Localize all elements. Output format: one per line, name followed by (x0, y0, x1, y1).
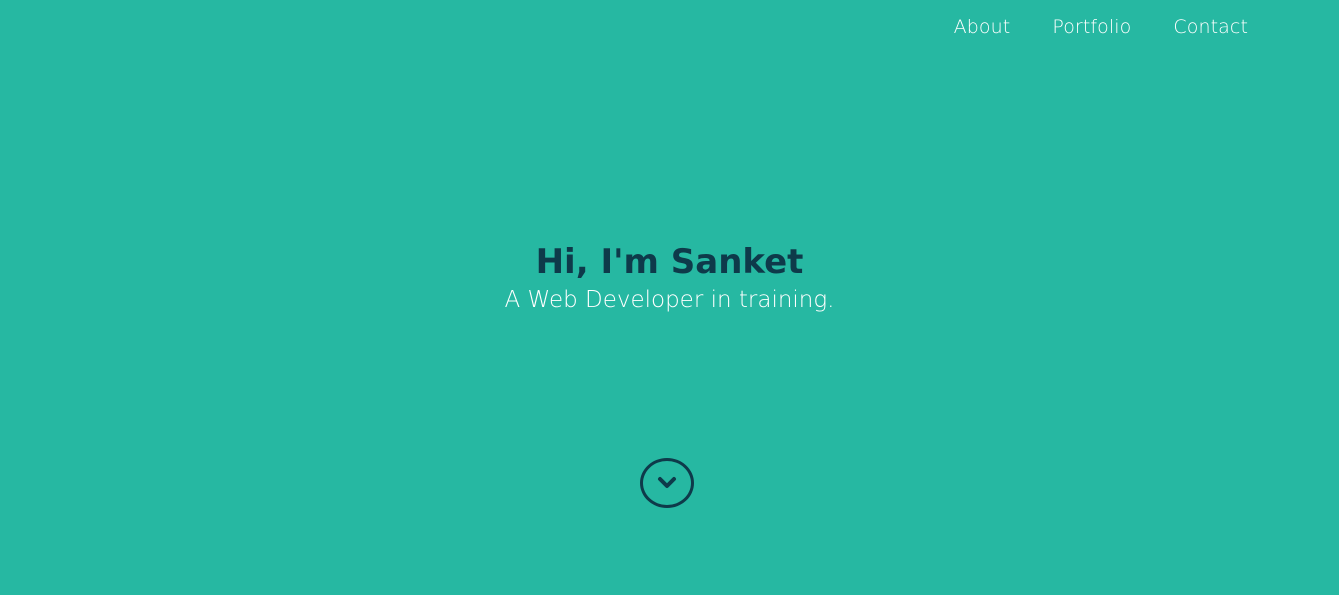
nav-link-about[interactable]: About (954, 15, 1011, 39)
top-nav: About Portfolio Contact (954, 15, 1248, 39)
hero-subtitle: A Web Developer in training. (504, 287, 835, 313)
hero-section: Hi, I'm Sanket A Web Developer in traini… (0, 240, 1339, 316)
nav-link-portfolio[interactable]: Portfolio (1052, 15, 1131, 39)
nav-link-contact[interactable]: Contact (1173, 15, 1248, 39)
scroll-down-button[interactable] (640, 458, 694, 508)
hero-title: Hi, I'm Sanket (535, 242, 804, 282)
chevron-down-icon (658, 477, 676, 488)
